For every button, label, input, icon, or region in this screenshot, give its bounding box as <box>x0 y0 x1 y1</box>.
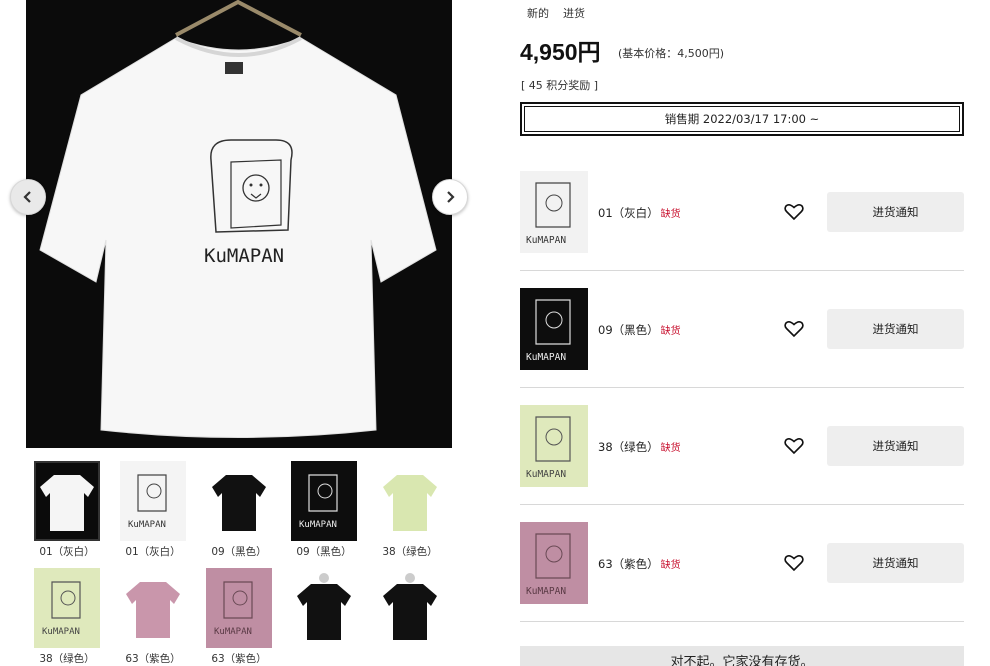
variant-swatch-image: KuMAPAN <box>520 288 588 370</box>
thumbnail-label: 63（紫色） <box>125 653 181 665</box>
thumbnail-image <box>34 461 100 541</box>
thumbnail-image: KuMAPAN <box>291 461 357 541</box>
thumbnail-image <box>377 461 443 541</box>
thumbnail-black-model-back[interactable] <box>377 568 443 648</box>
chevron-left-icon <box>23 191 31 203</box>
variant-color-label: 38（绿色） <box>598 440 659 454</box>
main-product-image: KuMAPAN <box>26 0 452 448</box>
variant-color-label: 09（黑色） <box>598 323 659 337</box>
variant-name: 38（绿色） 缺货 <box>598 439 681 455</box>
thumbnail-label: 01（灰白） <box>125 546 181 558</box>
variant-swatch-image: KuMAPAN <box>520 522 588 604</box>
variant-row: KuMAPAN 01（灰白） 缺货 进货通知 <box>520 154 964 271</box>
shirt-print-text: KuMAPAN <box>204 245 284 267</box>
thumbnail-label: 01（灰白） <box>39 546 95 558</box>
variant-name: 63（紫色） 缺货 <box>598 556 681 572</box>
sorry-text: 对不起。它家没有存货。 <box>670 655 814 666</box>
thumbnail-label: 09（黑色） <box>211 546 267 558</box>
thumbnail-label: 09（黑色） <box>296 546 352 558</box>
carousel-next-button[interactable] <box>432 179 468 215</box>
variant-swatch-image: KuMAPAN <box>520 405 588 487</box>
thumbnail-01-white-print[interactable]: KuMAPAN <box>120 461 186 541</box>
product-price: 4,950円 <box>520 39 601 65</box>
svg-text:KuMAPAN: KuMAPAN <box>128 520 166 530</box>
restock-notify-button[interactable]: 进货通知 <box>827 192 964 232</box>
heart-icon[interactable] <box>784 554 804 572</box>
svg-text:KuMAPAN: KuMAPAN <box>526 352 566 363</box>
svg-text:KuMAPAN: KuMAPAN <box>299 520 337 530</box>
variant-swatch-image: KuMAPAN <box>520 171 588 253</box>
thumbnail-black-model-front[interactable] <box>291 568 357 648</box>
variant-row: KuMAPAN 63（紫色） 缺货 进货通知 <box>520 505 964 622</box>
svg-text:KuMAPAN: KuMAPAN <box>526 469 566 480</box>
points-reward: [ 45 积分奖励 ] <box>521 79 599 92</box>
chevron-right-icon <box>447 191 455 203</box>
tag-restock: 进货 <box>563 7 585 20</box>
variant-name: 09（黑色） 缺货 <box>598 322 681 338</box>
thumbnail-09-black-print[interactable]: KuMAPAN <box>291 461 357 541</box>
variant-row: KuMAPAN 38（绿色） 缺货 进货通知 <box>520 388 964 505</box>
thumbnail-image: KuMAPAN <box>206 568 272 648</box>
out-of-stock-label: 缺货 <box>660 560 681 571</box>
sale-period-box: 销售期 2022/03/17 17:00 ~ <box>520 102 964 136</box>
restock-notify-button[interactable]: 进货通知 <box>827 543 964 583</box>
thumbnail-09-black-photo[interactable] <box>206 461 272 541</box>
heart-icon[interactable] <box>784 320 804 338</box>
svg-text:KuMAPAN: KuMAPAN <box>42 627 80 637</box>
variant-name: 01（灰白） 缺货 <box>598 205 681 221</box>
thumbnail-38-green-photo[interactable] <box>377 461 443 541</box>
heart-icon[interactable] <box>784 203 804 221</box>
thumbnail-63-purple-print[interactable]: KuMAPAN <box>206 568 272 648</box>
thumbnail-image <box>120 568 186 648</box>
thumbnail-image <box>377 568 443 648</box>
heart-icon[interactable] <box>784 437 804 455</box>
white-tshirt-photo: KuMAPAN <box>39 0 437 438</box>
restock-notify-button[interactable]: 进货通知 <box>827 426 964 466</box>
out-of-stock-label: 缺货 <box>660 326 681 337</box>
svg-text:KuMAPAN: KuMAPAN <box>526 586 566 597</box>
carousel-prev-button[interactable] <box>10 179 46 215</box>
out-of-stock-label: 缺货 <box>660 209 681 220</box>
variant-row: KuMAPAN 09（黑色） 缺货 进货通知 <box>520 271 964 388</box>
svg-text:KuMAPAN: KuMAPAN <box>526 235 566 246</box>
product-tags: 新的 进货 <box>527 5 585 21</box>
sale-period-text: 销售期 2022/03/17 17:00 ~ <box>664 112 820 126</box>
svg-text:KuMAPAN: KuMAPAN <box>214 627 252 637</box>
thumbnail-image: KuMAPAN <box>34 568 100 648</box>
variant-color-label: 01（灰白） <box>598 206 659 220</box>
tag-new: 新的 <box>527 7 549 20</box>
thumbnail-label: 38（绿色） <box>39 653 95 665</box>
out-of-stock-label: 缺货 <box>660 443 681 454</box>
thumbnail-image: KuMAPAN <box>120 461 186 541</box>
thumbnail-image <box>206 461 272 541</box>
thumbnail-image <box>291 568 357 648</box>
restock-notify-button[interactable]: 进货通知 <box>827 309 964 349</box>
thumbnail-label: 63（紫色） <box>211 653 267 665</box>
thumbnail-label: 38（绿色） <box>382 546 438 558</box>
base-price: (基本价格：4,500円) <box>618 47 725 60</box>
out-of-stock-message: 对不起。它家没有存货。 <box>520 646 964 666</box>
thumbnail-38-green-print[interactable]: KuMAPAN <box>34 568 100 648</box>
thumbnail-63-purple-photo[interactable] <box>120 568 186 648</box>
variant-color-label: 63（紫色） <box>598 557 659 571</box>
thumbnail-01-white-photo[interactable] <box>34 461 100 541</box>
